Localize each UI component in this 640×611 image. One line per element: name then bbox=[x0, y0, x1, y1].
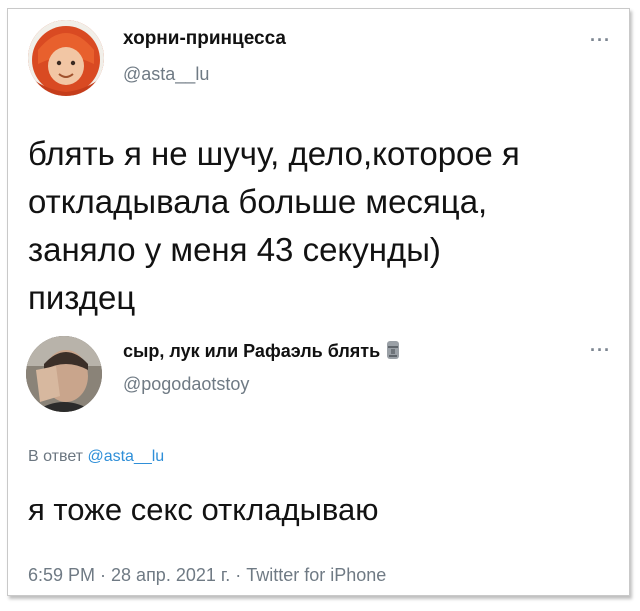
tweet-text-line: откладывала больше месяца, bbox=[28, 183, 488, 220]
author-handle[interactable]: @asta__lu bbox=[123, 64, 209, 85]
avatar[interactable] bbox=[26, 336, 102, 412]
reply-to-label: В ответ @asta__lu bbox=[28, 448, 164, 466]
author-name[interactable]: хорни-принцесса bbox=[123, 28, 286, 50]
tweet-text-line: заняло у меня 43 секунды) bbox=[28, 231, 441, 268]
tweet-text-line: блять я не шучу, дело,которое я bbox=[28, 135, 520, 172]
tweet-text-line: пиздец bbox=[28, 279, 136, 316]
tweet-text: блять я не шучу, дело,которое я откладыв… bbox=[28, 130, 613, 322]
tweet-meta: 6:59 PM · 28 апр. 2021 г. · Twitter for … bbox=[28, 565, 387, 585]
reply-to-prefix: В ответ bbox=[28, 448, 84, 465]
more-options-icon[interactable]: ··· bbox=[590, 30, 611, 51]
avatar-image bbox=[28, 20, 104, 96]
moai-icon bbox=[387, 341, 400, 359]
reply-author-name-text: сыр, лук или Рафаэль блять bbox=[123, 341, 381, 361]
avatar[interactable] bbox=[28, 20, 104, 96]
reply-author-name[interactable]: сыр, лук или Рафаэль блять bbox=[123, 340, 402, 362]
reply-author-handle[interactable]: @pogodaotstoy bbox=[123, 374, 249, 395]
reply-text: я тоже секс откладываю bbox=[28, 492, 379, 527]
avatar-image bbox=[26, 336, 102, 412]
more-options-icon[interactable]: ··· bbox=[590, 340, 611, 361]
reply-to-handle-link[interactable]: @asta__lu bbox=[87, 448, 164, 465]
